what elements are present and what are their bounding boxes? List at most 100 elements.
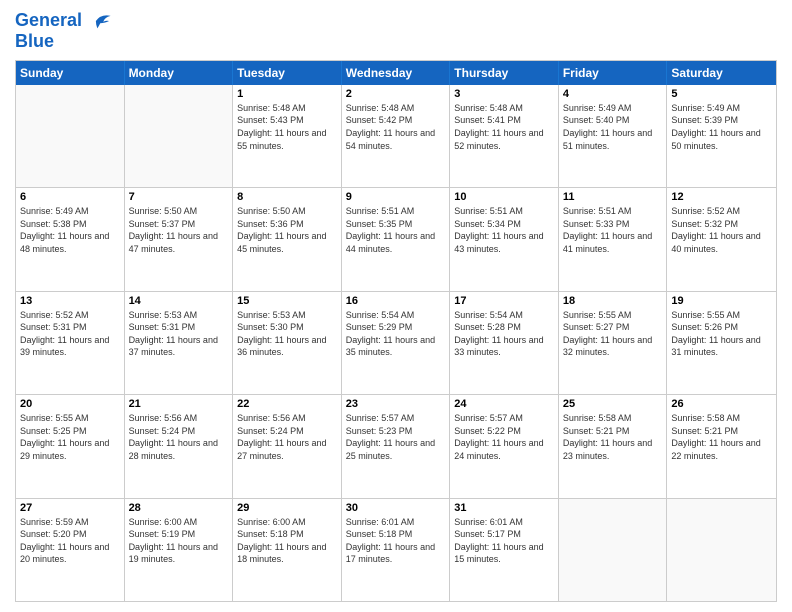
day-number: 9 <box>346 191 446 203</box>
day-of-week-sunday: Sunday <box>16 61 125 85</box>
cell-info: Sunrise: 5:49 AM Sunset: 5:38 PM Dayligh… <box>20 205 120 255</box>
cal-cell <box>667 499 776 601</box>
cell-info: Sunrise: 5:55 AM Sunset: 5:25 PM Dayligh… <box>20 412 120 462</box>
day-number: 16 <box>346 295 446 307</box>
cal-cell: 16 Sunrise: 5:54 AM Sunset: 5:29 PM Dayli… <box>342 292 451 394</box>
calendar: SundayMondayTuesdayWednesdayThursdayFrid… <box>15 60 777 602</box>
cell-info: Sunrise: 5:50 AM Sunset: 5:36 PM Dayligh… <box>237 205 337 255</box>
day-number: 12 <box>671 191 772 203</box>
cal-cell: 5 Sunrise: 5:49 AM Sunset: 5:39 PM Daylig… <box>667 85 776 187</box>
cal-cell <box>16 85 125 187</box>
cal-cell: 6 Sunrise: 5:49 AM Sunset: 5:38 PM Daylig… <box>16 188 125 290</box>
cal-cell: 28Sunrise: 6:00 AM Sunset: 5:19 PM Dayli… <box>125 499 234 601</box>
day-of-week-saturday: Saturday <box>667 61 776 85</box>
cell-info: Sunrise: 6:01 AM Sunset: 5:18 PM Dayligh… <box>346 516 446 566</box>
day-number: 20 <box>20 398 120 410</box>
day-number: 19 <box>671 295 772 307</box>
cal-cell: 2 Sunrise: 5:48 AM Sunset: 5:42 PM Daylig… <box>342 85 451 187</box>
cal-cell: 14Sunrise: 5:53 AM Sunset: 5:31 PM Dayli… <box>125 292 234 394</box>
day-number: 10 <box>454 191 554 203</box>
cal-cell: 24 Sunrise: 5:57 AM Sunset: 5:22 PM Dayli… <box>450 395 559 497</box>
header: General Blue <box>15 10 777 52</box>
cal-cell: 13 Sunrise: 5:52 AM Sunset: 5:31 PM Dayli… <box>16 292 125 394</box>
week-row-4: 27Sunrise: 5:59 AM Sunset: 5:20 PM Dayli… <box>16 499 776 601</box>
cell-info: Sunrise: 5:55 AM Sunset: 5:27 PM Dayligh… <box>563 309 663 359</box>
cell-info: Sunrise: 6:00 AM Sunset: 5:19 PM Dayligh… <box>129 516 229 566</box>
week-row-3: 20 Sunrise: 5:55 AM Sunset: 5:25 PM Dayli… <box>16 395 776 498</box>
day-number: 2 <box>346 88 446 100</box>
cell-info: Sunrise: 5:49 AM Sunset: 5:40 PM Dayligh… <box>563 102 663 152</box>
cell-info: Sunrise: 5:48 AM Sunset: 5:41 PM Dayligh… <box>454 102 554 152</box>
cell-info: Sunrise: 5:48 AM Sunset: 5:42 PM Dayligh… <box>346 102 446 152</box>
day-number: 23 <box>346 398 446 410</box>
day-of-week-wednesday: Wednesday <box>342 61 451 85</box>
cell-info: Sunrise: 5:55 AM Sunset: 5:26 PM Dayligh… <box>671 309 772 359</box>
logo-bird-icon <box>90 10 112 32</box>
cal-cell: 8 Sunrise: 5:50 AM Sunset: 5:36 PM Daylig… <box>233 188 342 290</box>
cell-info: Sunrise: 5:56 AM Sunset: 5:24 PM Dayligh… <box>129 412 229 462</box>
week-row-2: 13 Sunrise: 5:52 AM Sunset: 5:31 PM Dayli… <box>16 292 776 395</box>
day-number: 24 <box>454 398 554 410</box>
cell-info: Sunrise: 5:56 AM Sunset: 5:24 PM Dayligh… <box>237 412 337 462</box>
day-number: 26 <box>671 398 772 410</box>
day-number: 15 <box>237 295 337 307</box>
day-number: 29 <box>237 502 337 514</box>
cal-cell: 11Sunrise: 5:51 AM Sunset: 5:33 PM Dayli… <box>559 188 668 290</box>
cell-info: Sunrise: 5:58 AM Sunset: 5:21 PM Dayligh… <box>563 412 663 462</box>
cal-cell: 3 Sunrise: 5:48 AM Sunset: 5:41 PM Daylig… <box>450 85 559 187</box>
week-row-1: 6 Sunrise: 5:49 AM Sunset: 5:38 PM Daylig… <box>16 188 776 291</box>
cal-cell: 19 Sunrise: 5:55 AM Sunset: 5:26 PM Dayli… <box>667 292 776 394</box>
week-row-0: 1Sunrise: 5:48 AM Sunset: 5:43 PM Daylig… <box>16 85 776 188</box>
day-number: 8 <box>237 191 337 203</box>
cell-info: Sunrise: 6:00 AM Sunset: 5:18 PM Dayligh… <box>237 516 337 566</box>
day-number: 14 <box>129 295 229 307</box>
day-number: 18 <box>563 295 663 307</box>
cell-info: Sunrise: 5:57 AM Sunset: 5:23 PM Dayligh… <box>346 412 446 462</box>
day-of-week-tuesday: Tuesday <box>233 61 342 85</box>
day-of-week-friday: Friday <box>559 61 668 85</box>
calendar-header: SundayMondayTuesdayWednesdayThursdayFrid… <box>16 61 776 85</box>
cal-cell: 1Sunrise: 5:48 AM Sunset: 5:43 PM Daylig… <box>233 85 342 187</box>
cal-cell: 7Sunrise: 5:50 AM Sunset: 5:37 PM Daylig… <box>125 188 234 290</box>
cell-info: Sunrise: 5:59 AM Sunset: 5:20 PM Dayligh… <box>20 516 120 566</box>
cell-info: Sunrise: 5:57 AM Sunset: 5:22 PM Dayligh… <box>454 412 554 462</box>
cal-cell: 29 Sunrise: 6:00 AM Sunset: 5:18 PM Dayli… <box>233 499 342 601</box>
cell-info: Sunrise: 5:49 AM Sunset: 5:39 PM Dayligh… <box>671 102 772 152</box>
cal-cell: 4 Sunrise: 5:49 AM Sunset: 5:40 PM Daylig… <box>559 85 668 187</box>
day-number: 3 <box>454 88 554 100</box>
cell-info: Sunrise: 5:51 AM Sunset: 5:35 PM Dayligh… <box>346 205 446 255</box>
day-number: 5 <box>671 88 772 100</box>
cal-cell: 21Sunrise: 5:56 AM Sunset: 5:24 PM Dayli… <box>125 395 234 497</box>
day-number: 11 <box>563 191 663 203</box>
day-number: 4 <box>563 88 663 100</box>
day-number: 13 <box>20 295 120 307</box>
day-number: 17 <box>454 295 554 307</box>
day-of-week-thursday: Thursday <box>450 61 559 85</box>
cell-info: Sunrise: 5:48 AM Sunset: 5:43 PM Dayligh… <box>237 102 337 152</box>
cal-cell: 23 Sunrise: 5:57 AM Sunset: 5:23 PM Dayli… <box>342 395 451 497</box>
cal-cell: 27Sunrise: 5:59 AM Sunset: 5:20 PM Dayli… <box>16 499 125 601</box>
cell-info: Sunrise: 5:52 AM Sunset: 5:31 PM Dayligh… <box>20 309 120 359</box>
day-number: 6 <box>20 191 120 203</box>
cal-cell <box>559 499 668 601</box>
cell-info: Sunrise: 6:01 AM Sunset: 5:17 PM Dayligh… <box>454 516 554 566</box>
day-number: 25 <box>563 398 663 410</box>
day-number: 22 <box>237 398 337 410</box>
cell-info: Sunrise: 5:52 AM Sunset: 5:32 PM Dayligh… <box>671 205 772 255</box>
cell-info: Sunrise: 5:54 AM Sunset: 5:28 PM Dayligh… <box>454 309 554 359</box>
cell-info: Sunrise: 5:50 AM Sunset: 5:37 PM Dayligh… <box>129 205 229 255</box>
cell-info: Sunrise: 5:54 AM Sunset: 5:29 PM Dayligh… <box>346 309 446 359</box>
logo: General Blue <box>15 10 112 52</box>
cal-cell: 30Sunrise: 6:01 AM Sunset: 5:18 PM Dayli… <box>342 499 451 601</box>
cal-cell: 26 Sunrise: 5:58 AM Sunset: 5:21 PM Dayli… <box>667 395 776 497</box>
calendar-body: 1Sunrise: 5:48 AM Sunset: 5:43 PM Daylig… <box>16 85 776 601</box>
cal-cell <box>125 85 234 187</box>
day-of-week-monday: Monday <box>125 61 234 85</box>
logo-general: General <box>15 10 82 30</box>
page: General Blue SundayMondayTuesdayWednesda… <box>0 0 792 612</box>
cal-cell: 12 Sunrise: 5:52 AM Sunset: 5:32 PM Dayli… <box>667 188 776 290</box>
cal-cell: 22 Sunrise: 5:56 AM Sunset: 5:24 PM Dayli… <box>233 395 342 497</box>
cell-info: Sunrise: 5:58 AM Sunset: 5:21 PM Dayligh… <box>671 412 772 462</box>
cal-cell: 17 Sunrise: 5:54 AM Sunset: 5:28 PM Dayli… <box>450 292 559 394</box>
cal-cell: 18 Sunrise: 5:55 AM Sunset: 5:27 PM Dayli… <box>559 292 668 394</box>
